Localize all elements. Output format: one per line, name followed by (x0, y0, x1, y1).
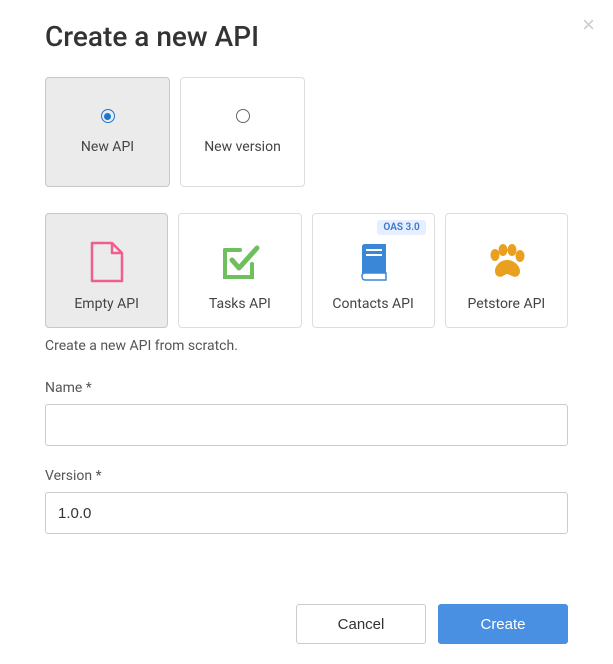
check-icon (220, 236, 260, 288)
template-petstore-api[interactable]: Petstore API (445, 213, 568, 328)
radio-unchecked-icon (236, 109, 250, 123)
dialog-footer: Cancel Create (296, 604, 568, 644)
mode-new-version[interactable]: New version (180, 77, 305, 187)
mode-selector: New API New version (45, 77, 568, 187)
template-contacts-api[interactable]: OAS 3.0 Contacts API (312, 213, 435, 328)
mode-label: New version (204, 139, 281, 155)
template-empty-api[interactable]: Empty API (45, 213, 168, 328)
template-selector: Empty API Tasks API OAS 3.0 (45, 213, 568, 328)
cancel-button[interactable]: Cancel (296, 604, 426, 644)
version-label: Version * (45, 468, 568, 484)
book-icon (356, 236, 390, 288)
create-api-dialog: × Create a new API New API New version E… (0, 0, 613, 576)
file-icon (90, 236, 124, 288)
oas-badge: OAS 3.0 (377, 220, 425, 235)
name-input[interactable] (45, 404, 568, 446)
template-label: Tasks API (209, 296, 271, 312)
mode-new-api[interactable]: New API (45, 77, 170, 187)
template-description: Create a new API from scratch. (45, 338, 568, 354)
version-input[interactable] (45, 492, 568, 534)
template-label: Contacts API (332, 296, 413, 312)
mode-label: New API (81, 139, 134, 155)
template-label: Petstore API (468, 296, 546, 312)
name-label: Name * (45, 380, 568, 396)
close-button[interactable]: × (582, 14, 595, 36)
radio-checked-icon (101, 109, 115, 123)
template-tasks-api[interactable]: Tasks API (178, 213, 301, 328)
template-label: Empty API (74, 296, 139, 312)
dialog-title: Create a new API (45, 20, 568, 53)
version-field-group: Version * (45, 468, 568, 534)
paw-icon (486, 236, 526, 288)
name-field-group: Name * (45, 380, 568, 446)
create-button[interactable]: Create (438, 604, 568, 644)
